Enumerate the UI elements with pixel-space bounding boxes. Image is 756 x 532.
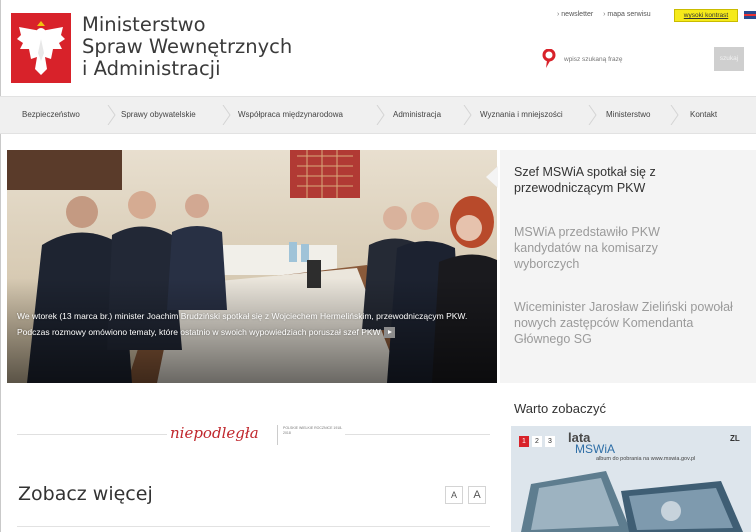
nav-item-wyznania[interactable]: Wyznania i mniejszości: [480, 97, 563, 133]
nav-item-sprawy-obywatelskie[interactable]: Sprawy obywatelskie: [121, 97, 196, 133]
nav-item-kontakt[interactable]: Kontakt: [690, 97, 717, 133]
slide-dot-3[interactable]: 3: [545, 436, 555, 447]
nav-item-bezpieczenstwo[interactable]: Bezpieczeństwo: [22, 97, 80, 133]
active-news-pointer: [486, 166, 498, 188]
divider-line: [17, 526, 490, 527]
nav-separator: [376, 105, 385, 125]
search-pin-icon: [542, 49, 556, 68]
worth-seeing-heading: Warto zobaczyć: [514, 401, 606, 416]
top-links: newsletter mapa serwisu: [557, 11, 659, 18]
high-contrast-button[interactable]: wysoki kontrast: [674, 9, 738, 22]
site-title-line-3: i Administracji: [82, 57, 221, 80]
nav-separator: [107, 105, 116, 125]
search-button[interactable]: szukaj: [714, 47, 744, 71]
nav-separator: [463, 105, 472, 125]
divider-line: [345, 434, 490, 435]
font-size-small-button[interactable]: A: [445, 486, 463, 504]
hero-photo[interactable]: We wtorek (13 marca br.) minister Joachi…: [7, 150, 497, 383]
slide-dot-1[interactable]: 1: [519, 436, 529, 447]
search-input[interactable]: [564, 52, 704, 66]
flag-gb-icon[interactable]: [744, 11, 756, 19]
promo-banner[interactable]: 1 2 3 lata MSWiA album do pobrania na ww…: [511, 426, 751, 532]
slide-dot-2[interactable]: 2: [532, 436, 542, 447]
divider-line: [277, 425, 278, 445]
newsletter-link[interactable]: newsletter: [557, 11, 593, 18]
nav-separator: [222, 105, 231, 125]
side-news-item-2[interactable]: MSWiA przedstawiło PKW kandydatów na kom…: [514, 224, 724, 272]
meeting-photo-illustration: [7, 150, 497, 383]
see-more-heading: Zobacz więcej: [18, 483, 153, 505]
side-news-item-1[interactable]: Szef MSWiA spotkał się z przewodniczącym…: [514, 164, 714, 196]
site-title-line-1: Ministerstwo: [82, 13, 206, 36]
promo-album-text: album do pobrania na www.mswia.gov.pl: [596, 456, 696, 462]
divider-line: [17, 434, 167, 435]
nav-separator: [670, 105, 679, 125]
promo-badge: ZL: [730, 434, 740, 443]
hero-caption[interactable]: We wtorek (13 marca br.) minister Joachi…: [17, 308, 487, 340]
niepodlegla-small-text: POLSKIE WIELKIE ROCZNICE 1918-2018: [283, 426, 343, 435]
site-title-line-2: Spraw Wewnętrznych: [82, 35, 293, 58]
side-news-item-3[interactable]: Wiceminister Jarosław Zieliński powołał …: [514, 299, 734, 347]
niepodlegla-logo[interactable]: niepodległa: [170, 424, 259, 442]
font-size-large-button[interactable]: A: [468, 486, 486, 504]
search-box: szukaj: [534, 43, 744, 75]
nav-item-ministerstwo[interactable]: Ministerstwo: [606, 97, 650, 133]
site-title[interactable]: Ministerstwo Spraw Wewnętrznych i Admini…: [82, 14, 292, 80]
hero-caption-text: We wtorek (13 marca br.) minister Joachi…: [17, 311, 468, 337]
main-navigation: Bezpieczeństwo Sprawy obywatelskie Współ…: [0, 96, 756, 134]
eagle-emblem-logo[interactable]: [11, 13, 71, 83]
sitemap-link[interactable]: mapa serwisu: [603, 11, 650, 18]
nav-item-wspolpraca[interactable]: Współpraca międzynarodowa: [238, 97, 343, 133]
nav-separator: [588, 105, 597, 125]
nav-item-administracja[interactable]: Administracja: [393, 97, 441, 133]
promo-mswia-text: MSWiA: [575, 442, 615, 456]
caption-arrow-icon[interactable]: [383, 327, 395, 339]
